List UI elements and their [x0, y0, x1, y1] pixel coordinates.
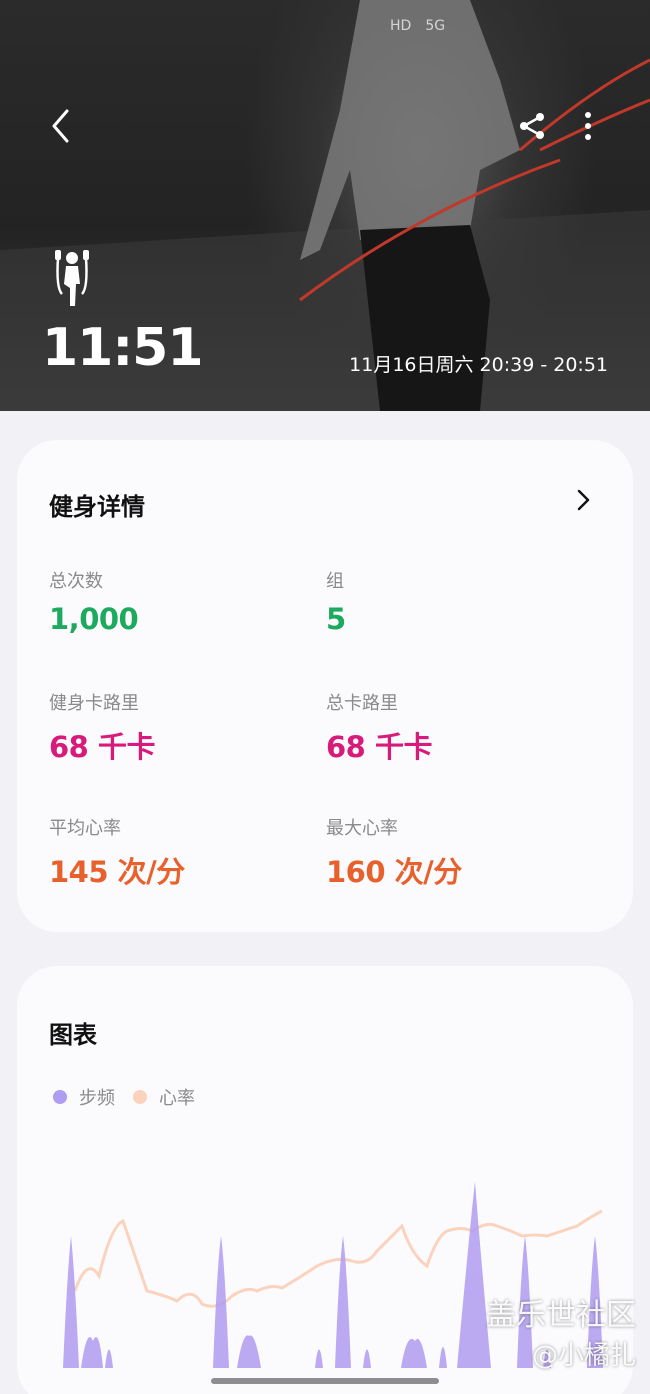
cadence-peak: [401, 1338, 427, 1368]
cadence-peak: [439, 1347, 447, 1368]
jump-rope-icon: [55, 250, 89, 306]
cadence-peak: [363, 1349, 371, 1368]
watermark-line1: 盖乐世社区: [486, 1298, 636, 1333]
legend-dot: [133, 1090, 147, 1104]
metric-max-heart-rate: 最大心率 160 次/分: [326, 814, 462, 891]
share-icon: [520, 113, 544, 139]
workout-duration: 11:51: [42, 318, 204, 378]
metric-avg-heart-rate: 平均心率 145 次/分: [49, 814, 185, 891]
legend-item-cadence: 步频: [53, 1084, 115, 1110]
metric-label: 最大心率: [326, 818, 398, 839]
watermark-line2: @小橘扎: [531, 1341, 636, 1371]
metric-total-count: 总次数 1,000: [49, 567, 139, 636]
cadence-peak: [81, 1337, 103, 1368]
fitness-details-card[interactable]: 健身详情 总次数 1,000 组 5 健身卡路里 68 千卡 总卡路里 68 千…: [17, 440, 633, 932]
cadence-peak: [237, 1335, 261, 1368]
metric-value: 68 千卡: [49, 730, 155, 764]
watermark: 盖乐世社区 @小橘扎: [486, 1296, 636, 1376]
metric-value: 5: [326, 602, 346, 636]
legend-label: 心率: [159, 1088, 195, 1109]
metric-value: 160 次/分: [326, 855, 462, 889]
metric-sets: 组 5: [326, 567, 346, 636]
metric-value: 68 千卡: [326, 730, 432, 764]
cadence-peak: [105, 1349, 113, 1368]
metric-label: 组: [326, 571, 344, 592]
legend-dot: [53, 1090, 67, 1104]
cadence-peak: [335, 1236, 351, 1368]
more-vertical-icon: [585, 112, 591, 140]
metric-total-calories: 总卡路里 68 千卡: [326, 689, 432, 766]
workout-time-range: 11月16日周六 20:39 - 20:51: [349, 354, 608, 376]
cadence-peak: [63, 1236, 79, 1368]
home-indicator[interactable]: [211, 1378, 439, 1384]
status-network: HD: [390, 18, 412, 34]
status-bar: HD 5G: [390, 14, 620, 38]
chevron-left-icon: [52, 109, 69, 143]
metric-label: 总卡路里: [326, 693, 398, 714]
chevron-right-icon[interactable]: [571, 488, 595, 512]
more-options-button[interactable]: [568, 106, 608, 146]
metric-fitness-calories: 健身卡路里 68 千卡: [49, 689, 155, 766]
metric-label: 健身卡路里: [49, 693, 139, 714]
status-signal: 5G: [425, 18, 446, 34]
chart-title: 图表: [49, 1021, 97, 1049]
metric-label: 平均心率: [49, 818, 121, 839]
chart-legend: 步频 心率: [53, 1084, 213, 1110]
fitness-details-title: 健身详情: [49, 493, 145, 521]
metric-value: 1,000: [49, 602, 139, 636]
legend-label: 步频: [79, 1088, 115, 1109]
back-button[interactable]: [40, 106, 80, 146]
cadence-peak: [315, 1349, 323, 1368]
share-button[interactable]: [512, 106, 552, 146]
legend-item-heart-rate: 心率: [133, 1084, 195, 1110]
metric-label: 总次数: [49, 571, 103, 592]
metric-value: 145 次/分: [49, 855, 185, 889]
hero-banner: HD 5G 11:51 11月16日周六 20:39 - 20:51: [0, 0, 650, 411]
